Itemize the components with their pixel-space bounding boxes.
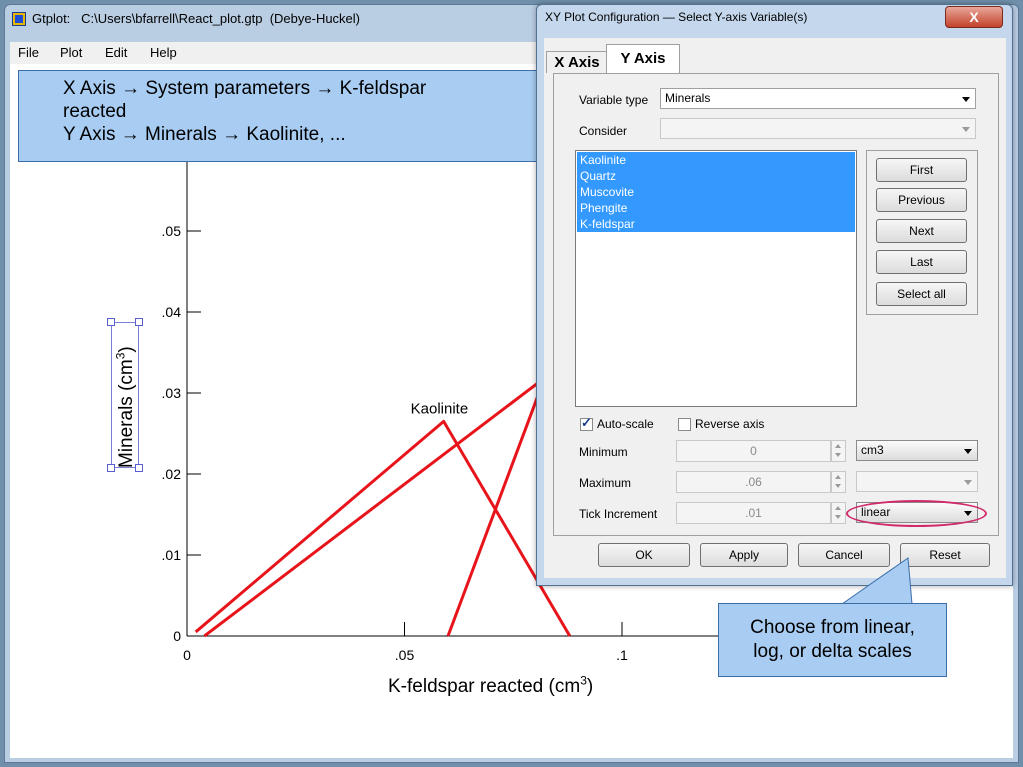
menu-file[interactable]: File: [18, 42, 39, 64]
x-tick-label: 0: [183, 647, 191, 663]
chevron-down-icon: [962, 97, 970, 102]
reverse-axis-checkbox[interactable]: [678, 418, 691, 431]
x-axis-label-text: K-feldspar reacted (cm3): [388, 674, 594, 698]
variable-type-label: Variable type: [579, 93, 649, 107]
variable-listbox[interactable]: Kaolinite Quartz Muscovite Phengite K-fe…: [575, 150, 857, 407]
close-button[interactable]: X: [945, 6, 1003, 28]
y-tick-label: .04: [162, 304, 182, 320]
ok-button[interactable]: OK: [598, 543, 690, 567]
maximum-spinner[interactable]: [831, 471, 846, 493]
callout-pointer: [840, 557, 913, 605]
callout-axis-instructions: X Axis → System parameters → K-feldspar …: [18, 70, 554, 162]
callout-line: reacted: [63, 101, 127, 122]
tick-increment-input[interactable]: .01: [676, 502, 831, 524]
y-axis-label-selection: [111, 322, 139, 468]
menu-plot[interactable]: Plot: [60, 42, 82, 64]
tab-x-axis[interactable]: X Axis: [546, 51, 608, 73]
x-tick-label: .1: [616, 647, 628, 663]
minimum-spinner[interactable]: [831, 440, 846, 462]
last-button[interactable]: Last: [876, 250, 967, 274]
callout-line: X Axis → System parameters → K-feldspar: [63, 78, 427, 99]
tick-increment-label: Tick Increment: [579, 507, 658, 521]
list-item[interactable]: Kaolinite: [577, 152, 855, 168]
autoscale-checkbox[interactable]: [580, 415, 593, 431]
select-all-button[interactable]: Select all: [876, 282, 967, 306]
x-axis-label[interactable]: K-feldspar reacted (cm3): [388, 674, 593, 698]
menu-help[interactable]: Help: [150, 42, 177, 64]
chevron-down-icon: [964, 449, 972, 454]
minimum-label: Minimum: [579, 445, 628, 459]
app-icon: [12, 12, 26, 26]
y-tick-label: .02: [162, 466, 182, 482]
dialog-title: XY Plot Configuration — Select Y-axis Va…: [545, 10, 808, 24]
variable-type-value: Minerals: [665, 91, 711, 105]
selection-handle[interactable]: [107, 464, 115, 472]
reverse-axis-label: Reverse axis: [695, 417, 765, 431]
series-annotation: Kaolinite: [411, 400, 469, 417]
callout-line: Y Axis → Minerals → Kaolinite, ...: [63, 124, 346, 145]
list-item[interactable]: Muscovite: [577, 184, 855, 200]
y-tick-label: .05: [162, 223, 182, 239]
autoscale-label: Auto-scale: [597, 417, 654, 431]
previous-button[interactable]: Previous: [876, 188, 967, 212]
units-value: cm3: [861, 443, 884, 457]
list-item[interactable]: Quartz: [577, 168, 855, 184]
max-units-select[interactable]: [856, 471, 978, 492]
list-item[interactable]: K-feldspar: [577, 216, 855, 232]
series-line-0: [194, 419, 572, 637]
callout-line: log, or delta scales: [753, 641, 912, 662]
callout-scale-hint: Choose from linear, log, or delta scales: [718, 603, 947, 677]
maximum-label: Maximum: [579, 476, 632, 490]
next-button[interactable]: Next: [876, 219, 967, 243]
first-button[interactable]: First: [876, 158, 967, 182]
list-item[interactable]: Phengite: [577, 200, 855, 216]
selection-handle[interactable]: [135, 464, 143, 472]
chevron-down-icon: [962, 127, 970, 132]
x-tick-label: .05: [395, 647, 415, 663]
selection-handle[interactable]: [135, 318, 143, 326]
selection-handle[interactable]: [107, 318, 115, 326]
maximum-input[interactable]: .06: [676, 471, 831, 493]
units-select[interactable]: cm3: [856, 440, 978, 461]
consider-select[interactable]: [660, 118, 976, 139]
minimum-input[interactable]: 0: [676, 440, 831, 462]
y-tick-label: 0: [173, 628, 181, 644]
callout-line: Choose from linear,: [750, 617, 915, 638]
tab-y-axis[interactable]: Y Axis: [606, 44, 680, 74]
y-tick-label: .03: [162, 385, 182, 401]
main-window-title: Gtplot: C:\Users\bfarrell\React_plot.gtp…: [32, 11, 361, 26]
variable-type-select[interactable]: Minerals: [660, 88, 976, 109]
y-tick-label: .01: [162, 547, 182, 563]
scale-highlight-ring: [846, 500, 987, 527]
tick-increment-spinner[interactable]: [831, 502, 846, 524]
consider-label: Consider: [579, 124, 628, 138]
menu-edit[interactable]: Edit: [105, 42, 127, 64]
chevron-down-icon: [964, 480, 972, 485]
series-line-1: [203, 367, 558, 638]
